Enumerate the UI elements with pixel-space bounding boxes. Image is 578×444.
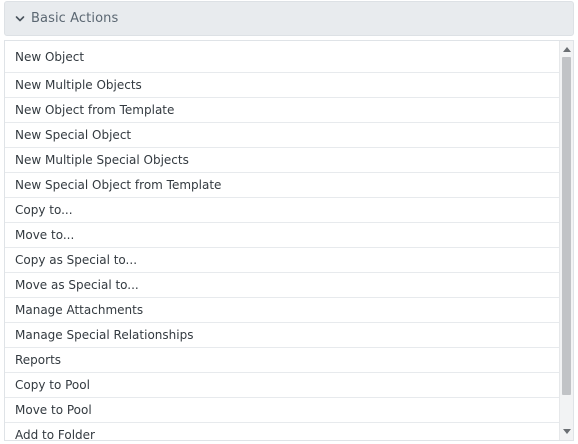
action-copy-to[interactable]: Copy to... [5, 198, 559, 223]
action-label: Move as Special to... [15, 278, 139, 292]
scroll-up-arrow-icon[interactable] [563, 47, 571, 52]
action-label: New Multiple Special Objects [15, 153, 189, 167]
action-new-special-object[interactable]: New Special Object [5, 123, 559, 148]
actions-list: New Object New Multiple Objects New Obje… [5, 41, 559, 441]
actions-list-panel: New Object New Multiple Objects New Obje… [4, 40, 574, 441]
action-move-to-pool[interactable]: Move to Pool [5, 398, 559, 423]
action-label: New Object [15, 49, 85, 64]
action-new-multiple-objects[interactable]: New Multiple Objects [5, 73, 559, 98]
action-new-object-from-template[interactable]: New Object from Template [5, 98, 559, 123]
action-label: Copy as Special to... [15, 253, 138, 267]
action-manage-special-relationships[interactable]: Manage Special Relationships [5, 323, 559, 348]
action-add-to-folder[interactable]: Add to Folder [5, 423, 559, 441]
action-label: Manage Special Relationships [15, 328, 194, 342]
action-label: Copy to Pool [15, 378, 90, 392]
actions-panel: Basic Actions New Object New Multiple Ob… [0, 0, 578, 444]
action-new-multiple-special-objects[interactable]: New Multiple Special Objects [5, 148, 559, 173]
action-reports[interactable]: Reports [5, 348, 559, 373]
action-label: Reports [15, 353, 62, 367]
action-label: New Special Object [15, 128, 132, 142]
action-move-as-special-to[interactable]: Move as Special to... [5, 273, 559, 298]
action-new-special-object-from-template[interactable]: New Special Object from Template [5, 173, 559, 198]
action-label: New Object from Template [15, 103, 175, 117]
scroll-down-arrow-icon[interactable] [563, 429, 571, 434]
action-copy-as-special-to[interactable]: Copy as Special to... [5, 248, 559, 273]
action-label: New Multiple Objects [15, 78, 142, 92]
action-new-object[interactable]: New Object [5, 41, 559, 73]
vertical-scrollbar[interactable] [559, 41, 573, 440]
action-move-to[interactable]: Move to... [5, 223, 559, 248]
action-label: Add to Folder [15, 428, 95, 441]
action-label: Manage Attachments [15, 303, 144, 317]
chevron-down-icon[interactable] [13, 12, 27, 26]
action-label: Move to Pool [15, 403, 92, 417]
basic-actions-header[interactable]: Basic Actions [4, 1, 574, 36]
action-label: Copy to... [15, 203, 73, 217]
action-label: Move to... [15, 228, 75, 242]
action-label: New Special Object from Template [15, 178, 222, 192]
section-title: Basic Actions [31, 11, 119, 26]
action-manage-attachments[interactable]: Manage Attachments [5, 298, 559, 323]
scroll-thumb[interactable] [562, 57, 571, 395]
action-copy-to-pool[interactable]: Copy to Pool [5, 373, 559, 398]
